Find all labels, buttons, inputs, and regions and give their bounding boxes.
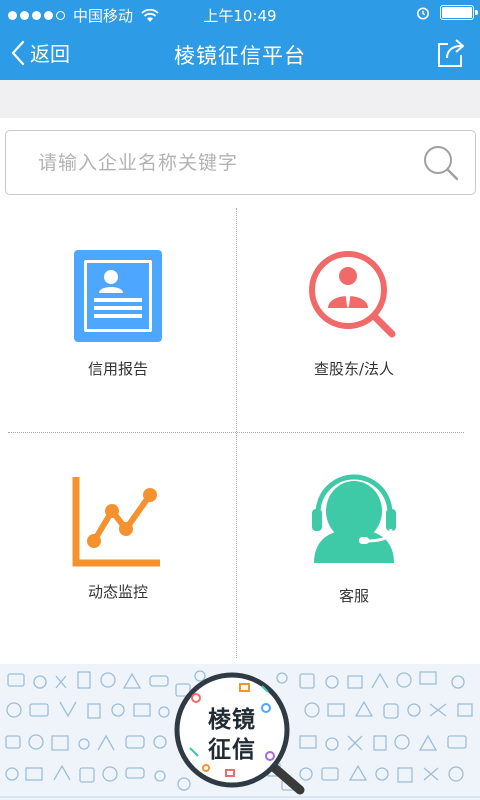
status-right [416,5,478,20]
share-button[interactable] [434,36,468,74]
customer-service-icon [312,474,396,563]
customer-service-tile[interactable]: 客服 [236,433,472,657]
customer-service-label: 客服 [338,587,369,605]
battery-icon [440,5,478,20]
logo-line-2: 征信 [208,737,256,763]
status-bar: 中国移动 上午10:49 [0,0,480,28]
logo-line-1: 棱镜 [208,707,256,733]
shareholder-search-label: 查股东/法人 [313,360,395,378]
dynamic-monitor-icon [72,477,160,567]
shareholder-search-tile[interactable]: 查股东/法人 [236,208,472,432]
nav-bar: 返回 棱镜征信平台 [0,28,480,80]
share-icon [438,39,464,67]
alarm-clock-icon [417,7,429,19]
search-input[interactable] [38,145,408,181]
credit-report-tile[interactable]: 信用报告 [0,208,236,432]
dynamic-monitor-label: 动态监控 [87,583,148,601]
shareholder-search-icon [309,251,396,338]
search-icon[interactable] [421,143,461,183]
search-box [5,130,476,195]
feature-grid: 信用报告 查股东/法人 动态监控 客服 [0,208,480,658]
status-time: 上午10:49 [203,7,277,25]
spacer-band [0,80,480,118]
dynamic-monitor-tile[interactable]: 动态监控 [0,433,236,657]
credit-report-label: 信用报告 [87,360,148,378]
credit-report-icon [74,250,162,342]
footer-divider [0,796,480,798]
main-content: 信用报告 查股东/法人 [0,118,480,664]
footer-banner: 棱镜 征信 [0,664,480,800]
page-title: 棱镜征信平台 [174,44,306,68]
